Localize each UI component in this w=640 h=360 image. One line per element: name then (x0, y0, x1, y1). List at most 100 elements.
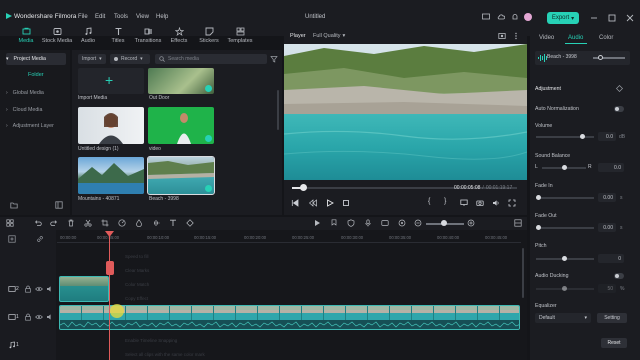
playhead-handle[interactable] (106, 261, 114, 275)
zoom-in-icon[interactable] (467, 219, 475, 227)
playhead-line[interactable] (109, 232, 110, 360)
notification-icon[interactable] (511, 13, 519, 21)
split-icon[interactable] (84, 219, 92, 227)
close-icon[interactable] (626, 14, 634, 22)
shield-icon[interactable] (347, 219, 355, 227)
new-folder-icon[interactable] (10, 201, 18, 209)
tab-audio-properties[interactable]: Audio (568, 35, 583, 41)
tab-stickers[interactable]: Stickers (192, 27, 226, 44)
equalizer-preset-dropdown[interactable]: Default ▾ (535, 313, 591, 323)
cloud-icon[interactable] (497, 13, 505, 21)
eye-icon[interactable] (35, 313, 43, 321)
zoom-slider-knob[interactable] (441, 220, 447, 226)
video-preview[interactable] (284, 44, 527, 180)
step-back-icon[interactable] (291, 199, 299, 207)
play-icon[interactable] (326, 199, 334, 207)
eye-icon[interactable] (35, 285, 43, 293)
volume-slider[interactable] (536, 136, 594, 138)
auto-normalization-toggle[interactable] (614, 106, 624, 112)
filter-icon[interactable] (270, 55, 278, 63)
fade-out-slider-knob[interactable] (536, 225, 541, 230)
more-options-icon[interactable] (512, 32, 520, 40)
ducking-slider-knob[interactable] (562, 286, 567, 291)
media-scrollbar[interactable] (277, 90, 279, 130)
ducking-value[interactable]: 50 (598, 284, 616, 293)
media-thumb-outdoor[interactable] (148, 68, 214, 94)
pitch-slider-knob[interactable] (562, 256, 567, 261)
pitch-value[interactable]: 0 (598, 254, 624, 263)
nav-cloud-media[interactable]: › Cloud Media (6, 104, 66, 116)
mark-in-icon[interactable]: { (428, 198, 430, 205)
tab-effects[interactable]: Effects (162, 27, 196, 44)
media-thumb-untitled-design[interactable] (78, 107, 144, 144)
nav-global-media[interactable]: › Global Media (6, 87, 66, 99)
nav-adjustment-layer[interactable]: › Adjustment Layer (6, 120, 66, 132)
menu-view[interactable]: View (136, 14, 149, 20)
mark-out-icon[interactable]: } (444, 198, 446, 205)
equalizer-setting-button[interactable]: Setting (597, 313, 627, 323)
voiceover-icon[interactable] (381, 219, 389, 227)
fade-out-slider[interactable] (536, 227, 594, 229)
delete-icon[interactable] (67, 219, 75, 227)
menu-help[interactable]: Help (156, 14, 168, 20)
collapse-panel-icon[interactable] (55, 201, 63, 209)
tab-titles[interactable]: Titles (101, 27, 135, 44)
balance-slider-knob[interactable] (562, 165, 567, 170)
speaker-icon[interactable] (46, 313, 54, 321)
rewind-icon[interactable] (309, 199, 317, 207)
fade-in-slider-knob[interactable] (536, 195, 541, 200)
zoom-out-icon[interactable] (414, 219, 422, 227)
keyframe-icon[interactable] (186, 219, 194, 227)
speaker-icon[interactable] (46, 285, 54, 293)
fade-out-value[interactable]: 0.00 (598, 223, 616, 232)
export-button[interactable]: Export ▾ (547, 12, 579, 24)
stop-icon[interactable] (342, 199, 350, 207)
import-dropdown[interactable]: Import ▾ (78, 54, 106, 64)
layout-grid-icon[interactable] (6, 219, 14, 227)
player-tab[interactable]: Player (290, 33, 306, 39)
avatar[interactable] (524, 13, 532, 21)
snapshot-icon[interactable] (498, 32, 506, 40)
search-input[interactable]: Search media (155, 54, 267, 64)
timeline-grid-icon[interactable] (514, 219, 522, 227)
nav-folder[interactable]: Folder (28, 72, 44, 78)
ai-tools-icon[interactable] (398, 219, 406, 227)
tab-media[interactable]: Media (9, 27, 43, 44)
tab-stock-media[interactable]: Stock Media (40, 27, 74, 44)
media-thumb-video[interactable] (148, 107, 214, 144)
media-thumb-mountains[interactable] (78, 157, 144, 194)
nav-project-media[interactable]: ▾ Project Media (6, 53, 66, 65)
text-icon[interactable] (169, 219, 177, 227)
redo-icon[interactable] (50, 219, 58, 227)
volume-icon[interactable] (492, 199, 500, 207)
volume-value[interactable]: 0.0 (598, 132, 616, 141)
minimize-icon[interactable] (590, 14, 598, 22)
record-dropdown[interactable]: Record ▾ (110, 54, 150, 64)
crop-icon[interactable] (101, 219, 109, 227)
media-thumb-beach[interactable] (147, 156, 215, 195)
color-icon[interactable] (135, 219, 143, 227)
tab-transitions[interactable]: Transitions (131, 27, 165, 44)
fade-in-value[interactable]: 0.00 (598, 193, 616, 202)
fullscreen-icon[interactable] (508, 199, 516, 207)
reset-button[interactable]: Reset (601, 338, 627, 348)
tab-video[interactable]: Video (539, 35, 554, 41)
marker-icon[interactable] (330, 219, 338, 227)
audio-ducking-toggle[interactable] (614, 273, 624, 279)
quality-dropdown[interactable]: Full Quality ▾ (313, 33, 345, 39)
tab-templates[interactable]: Templates (223, 27, 257, 44)
microphone-icon[interactable] (364, 219, 372, 227)
track2-clip[interactable] (59, 276, 109, 302)
undo-icon[interactable] (34, 219, 42, 227)
track1-clip[interactable] (59, 305, 520, 330)
maximize-icon[interactable] (608, 14, 616, 22)
timeline-scrollbar[interactable] (522, 248, 524, 298)
lock-icon[interactable] (24, 313, 32, 321)
menu-edit[interactable]: Edit (95, 14, 105, 20)
tab-audio[interactable]: Audio (71, 27, 105, 44)
monitor-icon[interactable] (460, 199, 468, 207)
lock-icon[interactable] (24, 285, 32, 293)
link-icon[interactable] (36, 235, 44, 243)
tab-color[interactable]: Color (599, 35, 613, 41)
camera-icon[interactable] (476, 199, 484, 207)
